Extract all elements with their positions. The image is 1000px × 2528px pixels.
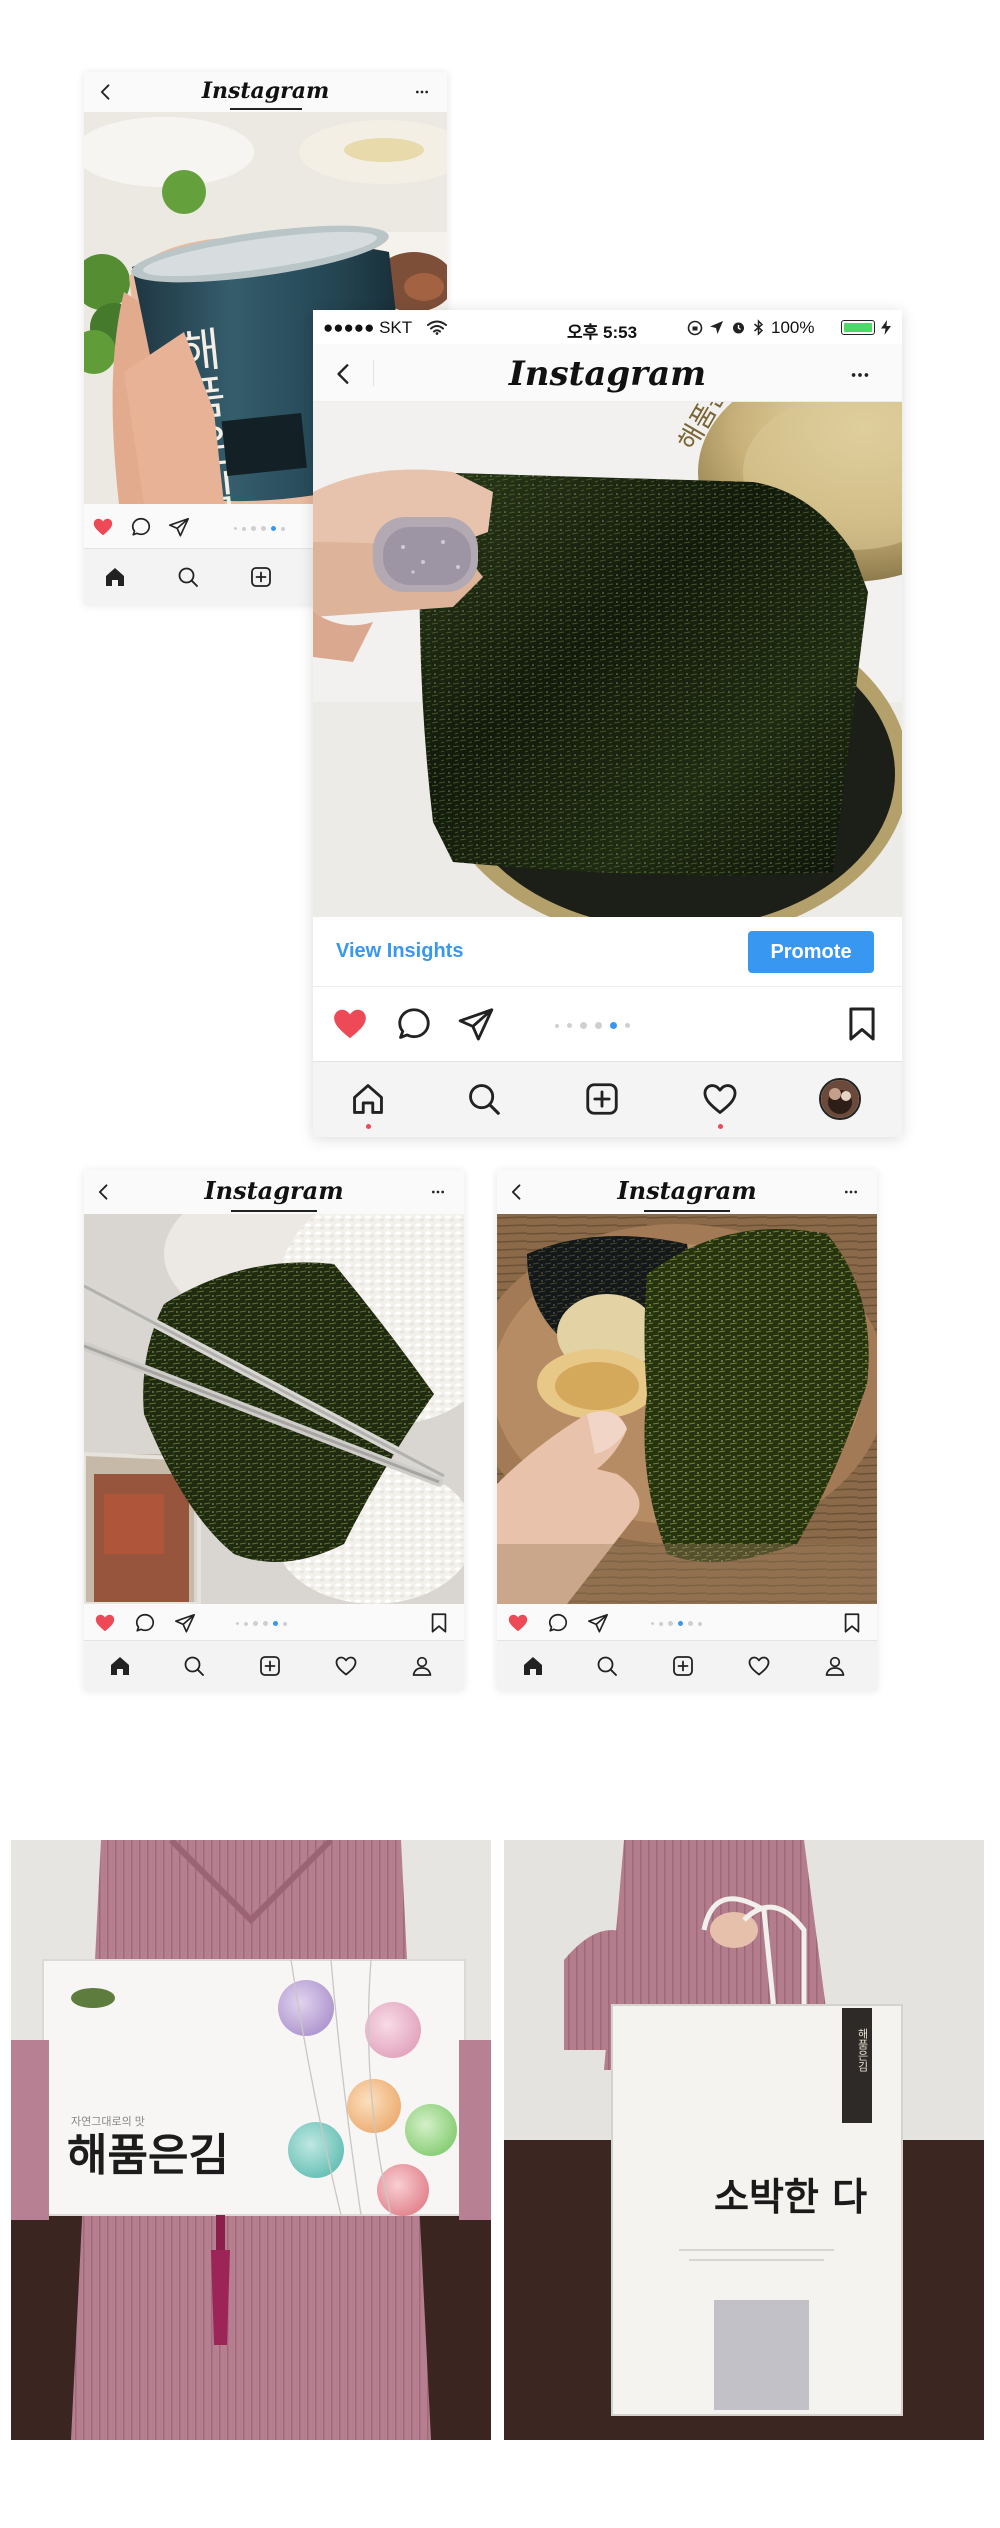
heart-icon[interactable]: [331, 1005, 369, 1043]
comment-icon[interactable]: [547, 1612, 569, 1634]
home-icon[interactable]: [108, 1654, 132, 1678]
post-card-chopsticks: Instagram: [84, 1170, 464, 1690]
heart-icon[interactable]: [92, 516, 114, 538]
comment-icon[interactable]: [395, 1005, 433, 1043]
search-icon[interactable]: [176, 565, 200, 589]
activity-heart-icon[interactable]: [701, 1080, 739, 1118]
seaweed-rice-photo: [84, 1214, 464, 1604]
view-insights-link[interactable]: View Insights: [336, 940, 463, 963]
seaweed-hand-photo: [497, 1214, 877, 1604]
activity-notification-dot: [718, 1124, 723, 1129]
carousel-dots: [236, 1621, 287, 1626]
post-actions: [497, 1604, 877, 1640]
post-header: Instagram: [84, 1170, 464, 1214]
lock-rotation-icon: [687, 320, 703, 336]
promote-button[interactable]: Promote: [748, 931, 874, 973]
more-icon[interactable]: [849, 364, 871, 386]
home-icon[interactable]: [521, 1654, 545, 1678]
bookmark-icon[interactable]: [841, 1612, 863, 1634]
profile-icon[interactable]: [823, 1654, 847, 1678]
more-icon[interactable]: [843, 1184, 859, 1200]
gift-box-photo: 자연그대로의 맛 해품은김: [11, 1840, 491, 2440]
clock-time: 오후 5:53: [567, 323, 638, 342]
post-header: Instagram: [84, 72, 447, 112]
post-actions: [313, 987, 902, 1061]
charging-icon: [881, 320, 891, 335]
gift-bag-photo: 해품은김 소박한 다: [504, 1840, 984, 2440]
add-post-icon[interactable]: [583, 1080, 621, 1118]
bottom-nav: [313, 1061, 902, 1137]
home-icon[interactable]: [349, 1080, 387, 1118]
battery-icon: [841, 320, 875, 335]
post-actions: [84, 1604, 464, 1640]
activity-heart-icon[interactable]: [747, 1654, 771, 1678]
carousel-dots: [651, 1621, 702, 1626]
home-notification-dot: [366, 1124, 371, 1129]
comment-icon[interactable]: [130, 516, 152, 538]
insights-row: View Insights Promote: [313, 917, 902, 987]
wifi-icon: [427, 320, 447, 335]
app-title: Instagram: [84, 1176, 464, 1212]
post-card-hand: Instagram: [497, 1170, 877, 1690]
profile-avatar[interactable]: [819, 1078, 861, 1120]
carousel-dots: [234, 526, 285, 531]
carrier-label: ●●●●● SKT: [323, 318, 413, 337]
seaweed-can-photo: 해품은: [313, 402, 902, 917]
add-post-icon[interactable]: [671, 1654, 695, 1678]
box-subtitle: 자연그대로의 맛: [71, 2115, 145, 2128]
post-card-featured: ●●●●● SKT 오후 5:53 100% Instagram 해품은 Vie…: [313, 310, 902, 1137]
more-icon[interactable]: [414, 84, 430, 100]
box-label: 해품은김: [67, 2130, 229, 2181]
status-bar: ●●●●● SKT 오후 5:53 100%: [313, 310, 902, 344]
post-photo-featured: 해품은: [313, 402, 902, 917]
profile-icon[interactable]: [410, 1654, 434, 1678]
location-icon: [710, 321, 723, 334]
bag-tag-label: 해품은김: [856, 2027, 868, 2072]
alarm-icon: [733, 322, 744, 334]
search-icon[interactable]: [465, 1080, 503, 1118]
bluetooth-icon: [754, 319, 764, 336]
search-icon[interactable]: [595, 1654, 619, 1678]
comment-icon[interactable]: [134, 1612, 156, 1634]
app-title: Instagram: [497, 1176, 877, 1212]
post-header: Instagram: [313, 344, 902, 404]
post-header: Instagram: [497, 1170, 877, 1214]
app-title: Instagram: [313, 354, 902, 404]
add-post-icon[interactable]: [249, 565, 273, 589]
share-icon[interactable]: [174, 1612, 196, 1634]
share-icon[interactable]: [587, 1612, 609, 1634]
activity-heart-icon[interactable]: [334, 1654, 358, 1678]
bag-label: 소박한 다: [714, 2174, 867, 2219]
share-icon[interactable]: [168, 516, 190, 538]
heart-icon[interactable]: [94, 1612, 116, 1634]
more-icon[interactable]: [430, 1184, 446, 1200]
add-post-icon[interactable]: [258, 1654, 282, 1678]
home-icon[interactable]: [103, 565, 127, 589]
bottom-nav: [497, 1640, 877, 1690]
share-icon[interactable]: [457, 1005, 495, 1043]
post-photo-hand: [497, 1214, 877, 1604]
bookmark-icon[interactable]: [843, 1005, 881, 1043]
search-icon[interactable]: [182, 1654, 206, 1678]
app-title: Instagram: [84, 78, 447, 110]
heart-icon[interactable]: [507, 1612, 529, 1634]
bottom-nav: [84, 1640, 464, 1690]
battery-percent: 100%: [771, 318, 815, 337]
carousel-dots: [555, 1022, 630, 1029]
bookmark-icon[interactable]: [428, 1612, 450, 1634]
post-photo-chopsticks: [84, 1214, 464, 1604]
